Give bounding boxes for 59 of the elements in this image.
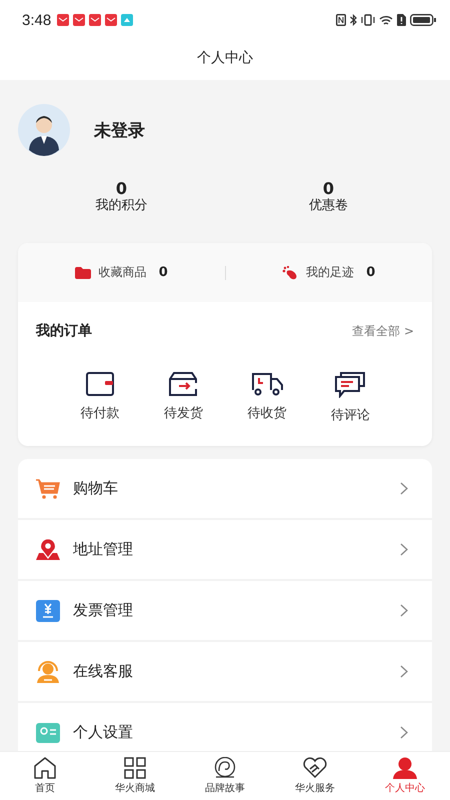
stat-label[interactable]: 优惠卷 bbox=[309, 197, 348, 215]
section-title: 我的订单 bbox=[36, 322, 92, 340]
notification-icon bbox=[105, 14, 118, 26]
stat-value: 0 bbox=[322, 180, 334, 197]
box-arrow-icon[interactable] bbox=[169, 372, 198, 396]
sim-alert-icon bbox=[397, 14, 406, 26]
emblem-icon bbox=[213, 757, 237, 779]
notification-icon bbox=[57, 14, 70, 26]
quick-link[interactable]: 我的足迹 bbox=[306, 264, 354, 281]
order-status-label[interactable]: 待发货 bbox=[164, 404, 203, 422]
chevron-right-icon bbox=[400, 482, 408, 495]
bluetooth-icon bbox=[350, 14, 357, 26]
tab[interactable]: 品牌故事 bbox=[180, 752, 270, 800]
invoice-icon bbox=[36, 600, 60, 622]
battery-icon bbox=[410, 14, 436, 26]
customer-service-icon bbox=[36, 660, 60, 682]
quick-link-count: 0 bbox=[366, 265, 376, 280]
quick-link-count: 0 bbox=[158, 265, 168, 280]
vibrate-icon bbox=[361, 14, 375, 26]
avatar-icon bbox=[18, 104, 70, 156]
menu-item[interactable]: 购物车 bbox=[73, 479, 118, 498]
menu-item[interactable]: 地址管理 bbox=[73, 540, 133, 559]
page-title: 个人中心 bbox=[197, 49, 253, 67]
menu-item[interactable]: 个人设置 bbox=[73, 723, 133, 742]
chevron-right-icon bbox=[400, 604, 408, 617]
location-pin-icon bbox=[36, 538, 60, 560]
cart-icon bbox=[36, 478, 60, 498]
comment-icon[interactable] bbox=[335, 372, 366, 398]
tab[interactable]: 华火商城 bbox=[90, 752, 180, 800]
stat-value: 0 bbox=[116, 180, 128, 197]
folder-icon bbox=[74, 266, 91, 278]
tab[interactable]: 首页 bbox=[0, 752, 90, 800]
tab[interactable]: 华火服务 bbox=[270, 752, 360, 800]
app-notification-icon bbox=[121, 14, 134, 26]
menu-item[interactable]: 在线客服 bbox=[73, 662, 133, 681]
chevron-right-icon bbox=[400, 543, 408, 556]
footprint-icon bbox=[282, 266, 298, 280]
chevron-right-icon bbox=[400, 665, 408, 678]
stat-label[interactable]: 我的积分 bbox=[96, 197, 148, 215]
order-status-label[interactable]: 待收货 bbox=[247, 404, 286, 422]
tab[interactable]: 个人中心 bbox=[360, 752, 450, 800]
id-card-icon bbox=[36, 722, 60, 742]
login-status[interactable]: 未登录 bbox=[94, 118, 145, 142]
order-status-label[interactable]: 待评论 bbox=[330, 406, 370, 424]
view-all-link[interactable]: 查看全部 > bbox=[352, 322, 414, 340]
truck-icon[interactable] bbox=[250, 372, 283, 396]
status-time: 3:48 bbox=[22, 12, 52, 28]
nfc-icon bbox=[336, 14, 346, 26]
notification-icon bbox=[73, 14, 86, 26]
wifi-icon bbox=[379, 14, 393, 26]
quick-link[interactable]: 收藏商品 bbox=[98, 264, 147, 281]
wallet-icon[interactable] bbox=[86, 372, 114, 396]
grid-icon bbox=[124, 757, 146, 779]
home-icon bbox=[33, 757, 57, 779]
person-icon bbox=[392, 757, 418, 779]
chevron-right-icon bbox=[400, 726, 408, 739]
order-status-label[interactable]: 待付款 bbox=[80, 404, 120, 422]
notification-icon bbox=[89, 14, 102, 26]
menu-item[interactable]: 发票管理 bbox=[73, 601, 133, 620]
